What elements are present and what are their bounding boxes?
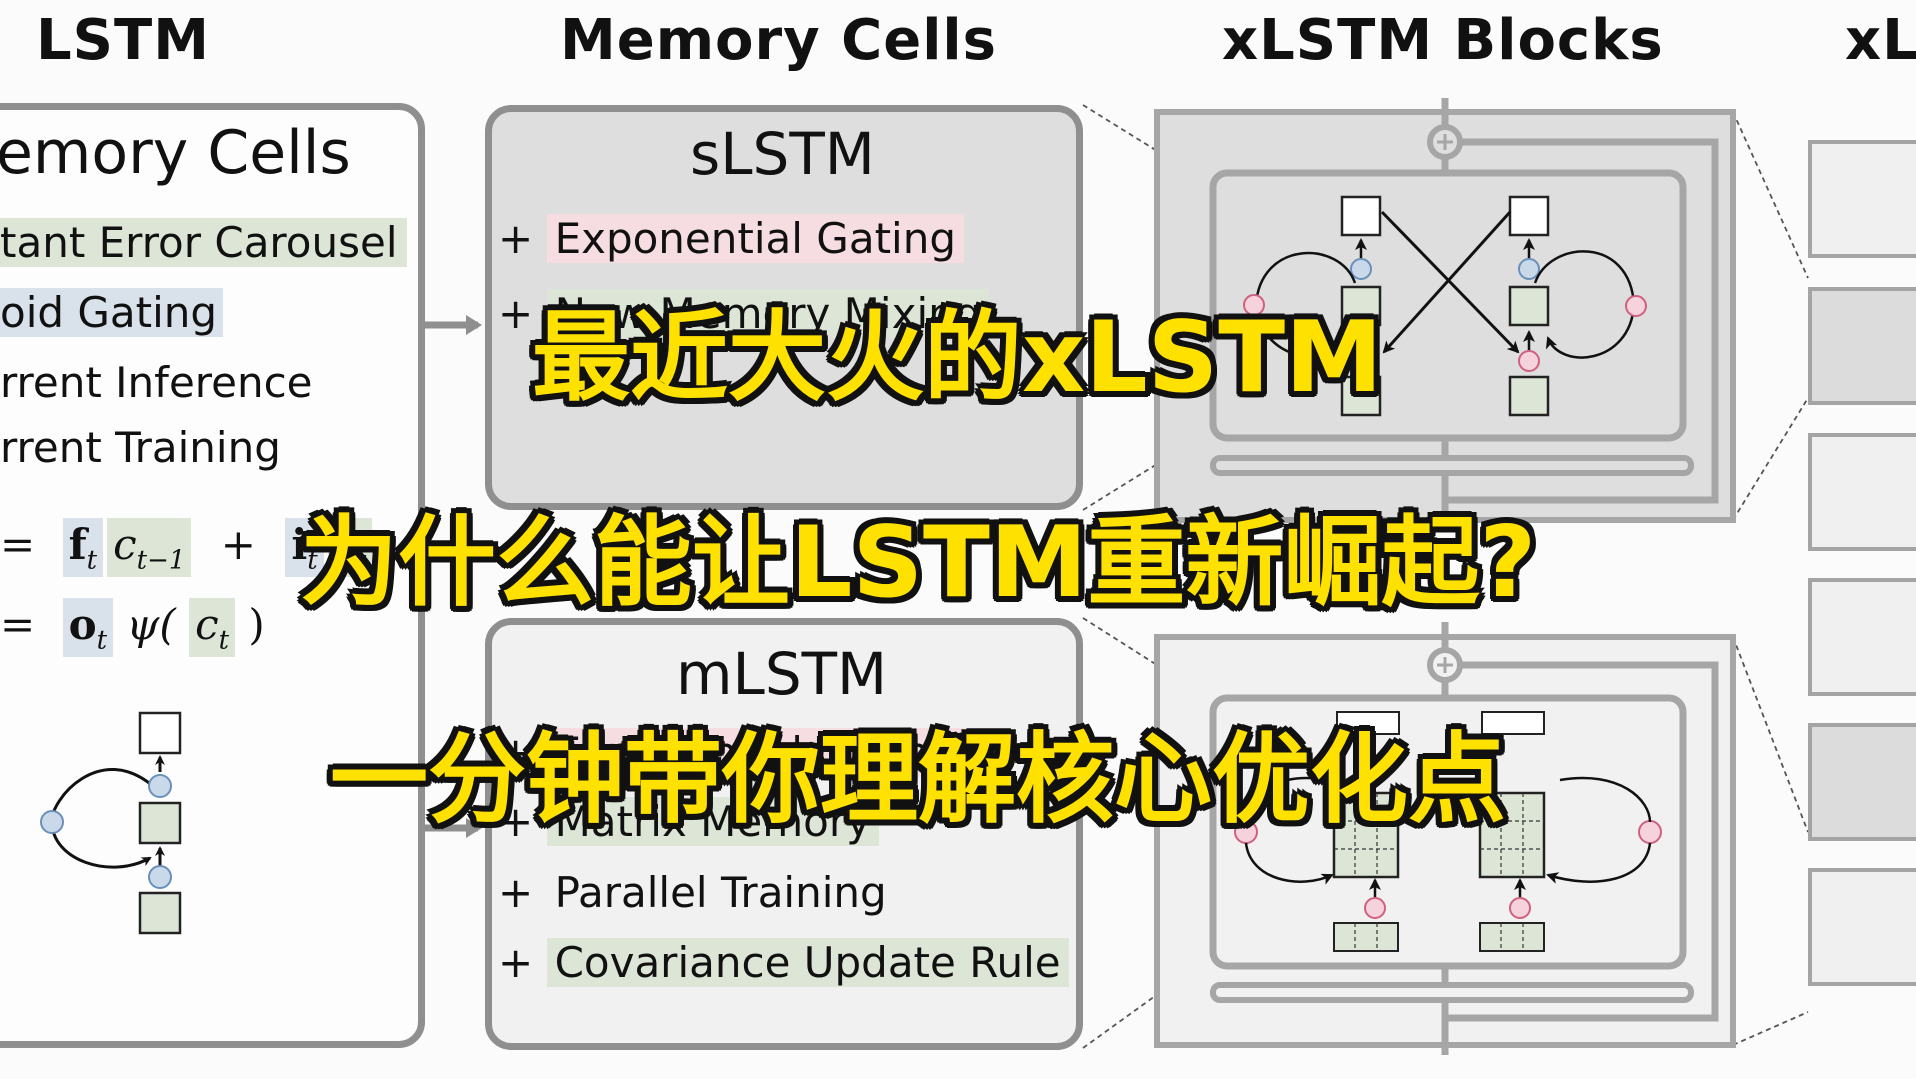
stack-block-2	[1808, 287, 1916, 405]
slstm-norm-bar	[1210, 455, 1694, 476]
subtitle-line-1: 最近大火的xLSTM	[532, 301, 1383, 415]
stack-block-3	[1808, 433, 1916, 551]
stack-block-5	[1808, 723, 1916, 841]
stack-block-4	[1808, 578, 1916, 696]
subtitle-line-2: 为什么能让LSTM重新崛起?	[300, 506, 1537, 620]
stack-block-6	[1808, 868, 1916, 986]
subtitle-line-3: 一分钟带你理解核心优化点	[330, 723, 1507, 837]
mlstm-norm-bar	[1210, 982, 1694, 1003]
stack-block-1	[1808, 140, 1916, 258]
